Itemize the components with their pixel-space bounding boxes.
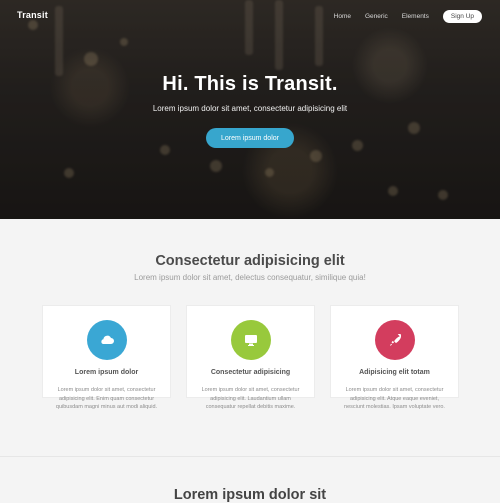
hero-section: Transit Home Generic Elements Sign Up Hi… [0,0,500,219]
section-divider [0,456,500,457]
hero-cta-button[interactable]: Lorem ipsum dolor [206,128,294,148]
features-title: Consectetur adipisicing elit [155,253,345,269]
features-subtitle: Lorem ipsum dolor sit amet, delectus con… [134,273,366,282]
hero-title: Hi. This is Transit. [162,73,338,95]
feature-card-title: Consectetur adipisicing [210,369,291,376]
section-2-title: Lorem ipsum dolor sit [173,487,327,503]
top-nav: Home Generic Elements Sign Up [334,10,482,23]
feature-card-body: Lorem ipsum dolor sit amet, consectetur … [55,387,158,410]
nav-item-generic[interactable]: Generic [365,13,388,20]
feature-card-body: Lorem ipsum dolor sit amet, consectetur … [344,387,445,410]
signup-button[interactable]: Sign Up [442,10,482,23]
brand-logo[interactable]: Transit [17,10,48,20]
feature-card-body: Lorem ipsum dolor sit amet, consectetur … [201,387,300,410]
feature-card-title: Adipisicing elit totam [359,369,430,376]
feature-card: Lorem ipsum dolor Lorem ipsum dolor sit … [43,306,170,410]
rocket-icon [375,320,415,360]
nav-item-home[interactable]: Home [334,13,351,20]
desktop-icon [231,320,271,360]
feature-card-title: Lorem ipsum dolor [74,369,139,376]
hero-subtitle: Lorem ipsum dolor sit amet, consectetur … [152,104,348,113]
feature-card: Consectetur adipisicing Lorem ipsum dolo… [187,306,314,410]
cloud-icon [87,320,127,360]
feature-card: Adipisicing elit totam Lorem ipsum dolor… [331,306,458,410]
nav-item-elements[interactable]: Elements [402,13,429,20]
